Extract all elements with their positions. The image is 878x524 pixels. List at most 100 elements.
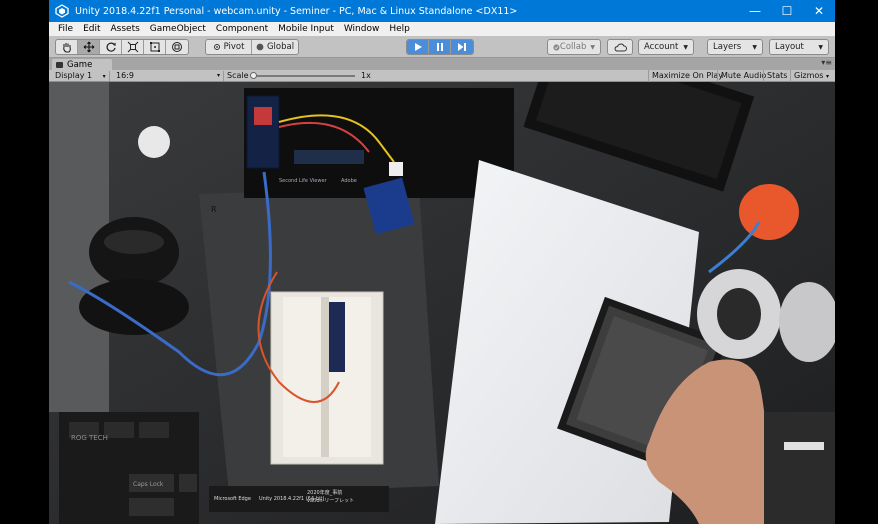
vr-controller-inner <box>717 288 761 340</box>
rotate-tool-button[interactable] <box>100 40 122 54</box>
menu-assets[interactable]: Assets <box>106 22 145 36</box>
collab-label: Collab <box>559 42 587 52</box>
separator <box>109 71 110 81</box>
window-titlebar: Unity 2018.4.22f1 Personal - webcam.unit… <box>49 0 835 22</box>
hand-tool-button[interactable] <box>56 40 78 54</box>
stats-toggle[interactable]: Stats <box>763 70 790 82</box>
camera-lens <box>104 230 164 254</box>
menu-mobile-input[interactable]: Mobile Input <box>273 22 339 36</box>
move-tool-button[interactable] <box>78 40 100 54</box>
menu-window[interactable]: Window <box>339 22 385 36</box>
aspect-dropdown[interactable]: 16:9 <box>116 70 134 82</box>
chevron-down-icon: ▼ <box>683 43 688 51</box>
menu-help[interactable]: Help <box>384 22 415 36</box>
cloud-button[interactable] <box>607 39 633 55</box>
aspect-label: 16:9 <box>116 71 134 80</box>
globe-icon <box>256 43 264 51</box>
breadboard <box>270 291 384 465</box>
account-dropdown[interactable]: Account ▼ <box>638 39 694 55</box>
scale-tool-button[interactable] <box>122 40 144 54</box>
game-viewport[interactable]: ROG TECH Caps Lock Second Life Viewer Ad… <box>49 82 835 524</box>
chevron-down-icon: ▾ <box>217 72 221 79</box>
menu-edit[interactable]: Edit <box>78 22 105 36</box>
camera-stand <box>79 279 189 335</box>
chevron-down-icon: ▾ <box>102 73 106 80</box>
transform-all-icon <box>172 42 182 52</box>
account-label: Account <box>644 42 679 52</box>
play-button[interactable] <box>407 40 429 54</box>
scale-slider-thumb[interactable] <box>250 72 257 79</box>
global-toggle[interactable]: Global <box>252 40 298 54</box>
right-device <box>764 412 835 524</box>
layers-dropdown[interactable]: Layers ▼ <box>707 39 763 55</box>
separator <box>223 71 224 81</box>
rect-transform-icon <box>149 42 160 52</box>
pivot-label: Pivot <box>223 42 245 52</box>
taskbar-label: Microsoft Edge <box>214 496 251 502</box>
transform-all-tool-button[interactable] <box>166 40 188 54</box>
taskbar-label: 2020年度_事前 <box>307 489 342 496</box>
webcam-feed-image: ROG TECH Caps Lock Second Life Viewer Ad… <box>49 82 835 524</box>
keyboard-brand-label: ROG TECH <box>71 434 108 442</box>
rect-tool-button[interactable] <box>144 40 166 54</box>
collab-dropdown[interactable]: Collab ▼ <box>547 39 601 55</box>
display-dropdown[interactable]: Display 1 ▾ <box>55 70 106 82</box>
maximize-icon: ☐ <box>781 4 793 18</box>
red-led <box>254 107 272 125</box>
close-icon: ✕ <box>813 4 825 18</box>
chevron-down-icon: ▼ <box>752 43 757 51</box>
menu-file[interactable]: File <box>53 22 78 36</box>
playmode-controls <box>406 39 474 55</box>
hand-icon <box>62 43 71 53</box>
game-view-toolbar: Display 1 ▾ 16:9 ▾ Scale 1x Maximize On … <box>49 70 835 82</box>
maximize-on-play-toggle[interactable]: Maximize On Play <box>648 70 726 82</box>
scale-slider-track[interactable] <box>252 75 355 77</box>
panel-menu-icon[interactable]: ▾≡ <box>821 58 832 67</box>
window-title: Unity 2018.4.22f1 Personal - webcam.unit… <box>75 5 518 17</box>
layout-label: Layout <box>775 42 804 52</box>
desktop-icon-label: Adobe <box>341 178 357 184</box>
arduino-nano <box>329 302 345 372</box>
minimize-button[interactable]: — <box>739 0 771 22</box>
pause-button[interactable] <box>429 40 451 54</box>
pivot-global-toggles: Pivot Global <box>205 39 299 55</box>
collab-check-icon <box>553 43 560 51</box>
chevron-down-icon: ▾ <box>826 73 830 80</box>
taskbar-label: vation-リーフレット <box>307 498 354 504</box>
gizmos-dropdown[interactable]: Gizmos ▾ <box>790 70 832 82</box>
display-label: Display 1 <box>55 71 93 80</box>
scale-value: 1x <box>361 71 371 80</box>
global-label: Global <box>266 42 295 52</box>
pause-icon <box>436 43 443 51</box>
tab-game[interactable]: Game <box>52 59 112 70</box>
menu-bar: File Edit Assets GameObject Component Mo… <box>49 22 835 36</box>
layout-dropdown[interactable]: Layout ▼ <box>769 39 829 55</box>
sensor-connector <box>389 162 403 176</box>
mute-audio-toggle[interactable]: Mute Audio <box>717 70 769 82</box>
menu-component[interactable]: Component <box>211 22 273 36</box>
microcontroller-board <box>246 95 280 169</box>
left-keyboard <box>59 412 199 524</box>
scale-label: Scale <box>227 71 249 80</box>
menu-gameobject[interactable]: GameObject <box>145 22 211 36</box>
pivot-toggle[interactable]: Pivot <box>206 40 252 54</box>
chevron-down-icon: ▼ <box>590 43 595 51</box>
pivot-icon <box>213 44 220 50</box>
gizmos-label: Gizmos <box>794 71 824 80</box>
caps-lock-key-label: Caps Lock <box>133 481 164 488</box>
close-button[interactable]: ✕ <box>803 0 835 22</box>
tab-game-label: Game <box>67 59 93 70</box>
orange-object <box>739 184 799 240</box>
chevron-down-icon: ▼ <box>818 43 823 51</box>
unity-logo-icon <box>55 4 69 18</box>
maximize-button[interactable]: ☐ <box>771 0 803 22</box>
white-strip <box>784 442 824 450</box>
scale-icon <box>127 41 138 53</box>
desktop-icon-label: Second Life Viewer <box>279 178 328 184</box>
panel-tab-bar: Game ▾≡ <box>49 58 835 70</box>
rotate-icon <box>106 42 116 52</box>
minimize-icon: — <box>749 4 761 18</box>
cloud-icon <box>614 43 627 51</box>
transform-tools <box>55 39 189 55</box>
step-button[interactable] <box>451 40 473 54</box>
